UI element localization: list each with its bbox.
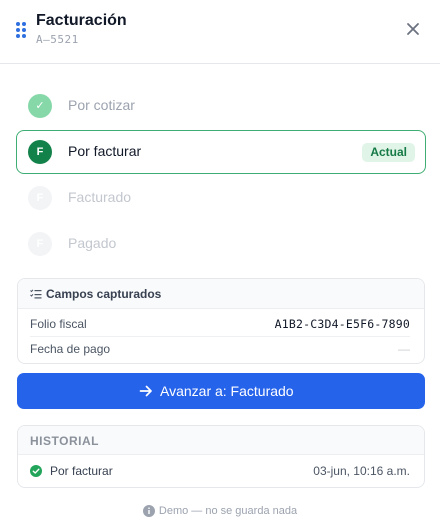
step-por-facturar: F Por facturar Actual [16, 130, 426, 174]
step-label: Por facturar [68, 143, 142, 159]
step-label: Pagado [68, 235, 117, 251]
history-header: HISTORIAL [18, 426, 424, 455]
captured-fields-card: Campos capturados Folio fiscal A1B2-C3D4… [17, 278, 425, 364]
current-badge: Actual [362, 143, 415, 162]
check-circle-icon [30, 465, 42, 477]
step-por-cotizar: ✓ Por cotizar [16, 84, 426, 128]
info-icon [142, 505, 155, 517]
history-title: HISTORIAL [30, 434, 99, 448]
history-card: HISTORIAL Por facturar 03-jun, 10:16 a.m… [17, 425, 425, 488]
footer-text: Demo — no se guarda nada [158, 505, 298, 517]
card-header: Campos capturados [18, 279, 424, 309]
close-button[interactable] [403, 19, 423, 39]
card-title: Campos capturados [46, 287, 162, 301]
arrow-right-icon [139, 385, 152, 397]
advance-button-label: Avanzar a: Facturado [160, 383, 294, 399]
panel-header: Facturación A–5521 [0, 0, 440, 64]
advance-button[interactable]: Avanzar a: Facturado [17, 373, 425, 409]
close-icon [407, 23, 419, 35]
step-label: Por cotizar [68, 97, 135, 113]
step-marker: F [28, 232, 52, 256]
check-icon: ✓ [28, 94, 52, 118]
footer: Demo — no se guarda nada [0, 501, 440, 517]
field-row-fecha-pago: Fecha de pago — [30, 337, 410, 361]
field-value: — [398, 342, 410, 356]
grip-dots-icon[interactable] [16, 22, 28, 38]
history-item: Por facturar 03-jun, 10:16 a.m. [30, 462, 410, 482]
step-facturado: F Facturado [16, 176, 426, 220]
history-item-label: Por facturar [50, 464, 113, 478]
checklist-icon [30, 289, 42, 299]
field-value: A1B2-C3D4-E5F6-7890 [274, 317, 410, 331]
step-label: Facturado [68, 189, 132, 205]
field-key: Fecha de pago [30, 342, 111, 356]
footer-note: Demo — no se guarda nada [142, 504, 298, 518]
step-pagado: F Pagado [16, 222, 426, 266]
step-marker: F [28, 186, 52, 210]
step-marker: F [28, 140, 52, 164]
panel-title: Facturación [36, 12, 127, 29]
field-row-folio: Folio fiscal A1B2-C3D4-E5F6-7890 [30, 312, 410, 336]
field-key: Folio fiscal [30, 317, 87, 331]
record-id: A–5521 [36, 33, 79, 46]
history-item-time: 03-jun, 10:16 a.m. [313, 464, 410, 478]
